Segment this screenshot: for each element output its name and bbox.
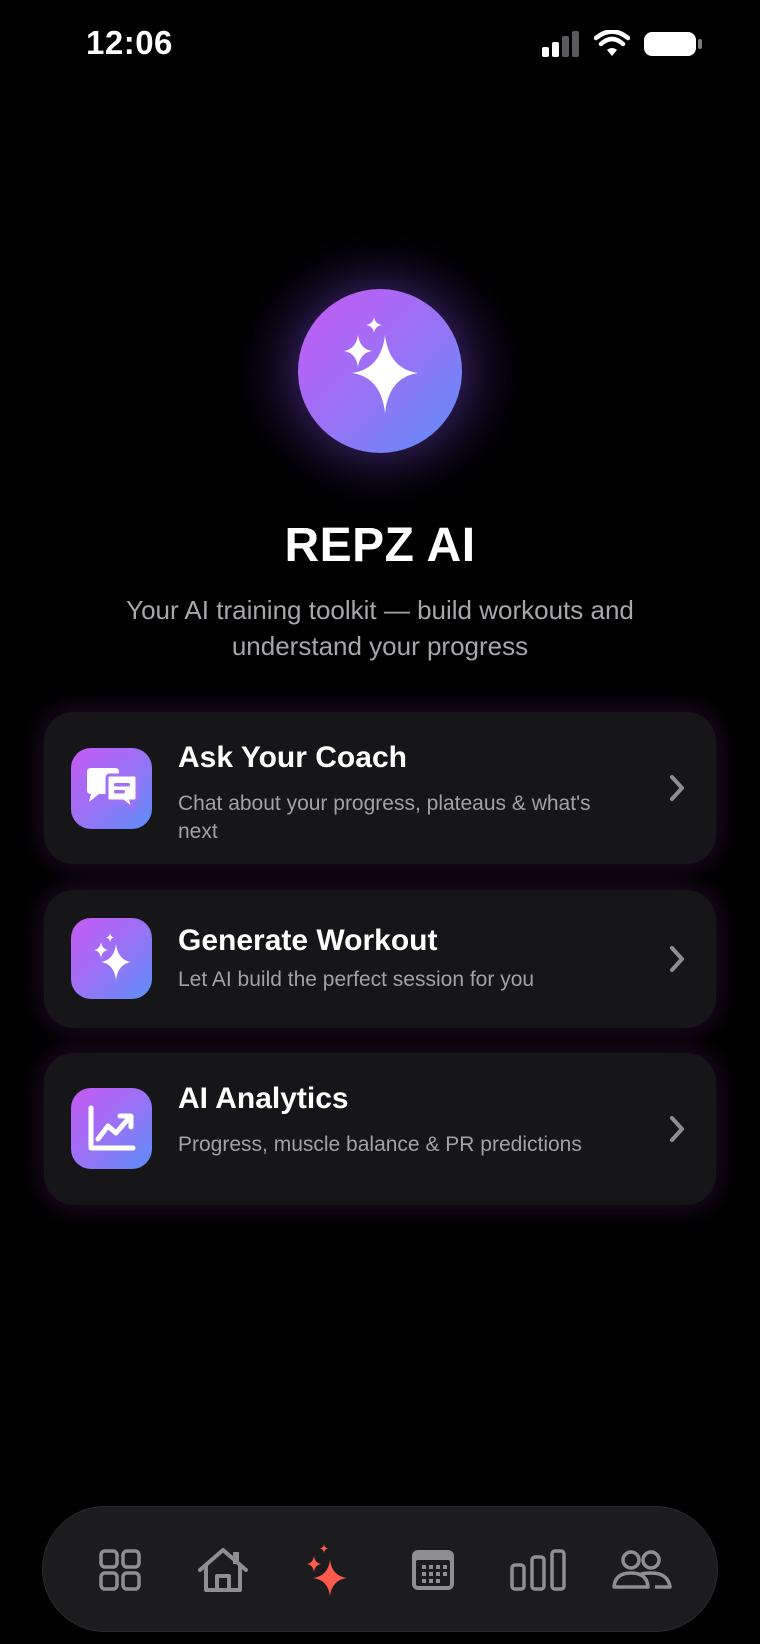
battery-icon [644, 32, 702, 61]
status-bar: 12:06 [0, 0, 760, 96]
home-icon [198, 1548, 248, 1592]
tab-stats[interactable] [503, 1535, 573, 1605]
sparkles-icon [94, 933, 131, 980]
chat-bubbles-icon [87, 768, 139, 813]
card-description: Let AI build the perfect session for you [178, 968, 535, 991]
status-time: 12:06 [86, 24, 173, 61]
card-title: AI Analytics [178, 1082, 349, 1115]
card-description: Chat about your progress, plateaus & wha… [178, 792, 591, 843]
bar-chart-icon [510, 1549, 566, 1591]
ai-analytics-card[interactable]: AI Analytics Progress, muscle balance & … [44, 1053, 716, 1205]
calendar-icon [412, 1550, 454, 1590]
card-description: Progress, muscle balance & PR prediction… [178, 1133, 582, 1156]
chevron-right-icon [670, 1116, 684, 1142]
chevron-right-icon [670, 946, 684, 972]
chevron-right-icon [670, 775, 684, 801]
chart-trend-icon [88, 1105, 136, 1151]
sparkles-icon [344, 317, 418, 413]
people-icon [612, 1550, 672, 1589]
tab-grid[interactable] [85, 1535, 155, 1605]
generate-workout-card[interactable]: Generate Workout Let AI build the perfec… [44, 890, 716, 1028]
tab-calendar[interactable] [398, 1535, 468, 1605]
card-icon-badge [71, 748, 152, 829]
status-icons [542, 29, 702, 63]
wifi-icon [593, 29, 631, 63]
hero-sparkles-badge [298, 289, 462, 453]
tab-ai[interactable] [293, 1535, 363, 1605]
sparkles-icon [307, 1544, 347, 1596]
card-title: Generate Workout [178, 924, 438, 957]
card-title: Ask Your Coach [178, 741, 407, 774]
page-title: REPZ AI [284, 519, 476, 572]
ask-your-coach-card[interactable]: Ask Your Coach Chat about your progress,… [44, 712, 716, 864]
card-icon-badge [71, 1088, 152, 1169]
cellular-signal-icon [542, 31, 580, 62]
tab-bar [42, 1506, 718, 1632]
tab-social[interactable] [607, 1535, 677, 1605]
tab-home[interactable] [188, 1535, 258, 1605]
card-icon-badge [71, 918, 152, 999]
grid-icon [99, 1549, 141, 1591]
page-subtitle: Your AI training toolkit — build workout… [126, 595, 634, 661]
